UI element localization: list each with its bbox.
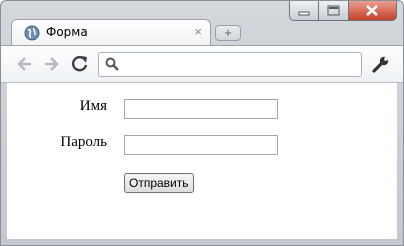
password-label: Пароль (60, 134, 107, 150)
back-icon[interactable] (13, 53, 35, 75)
minimize-button[interactable] (289, 1, 319, 21)
tab-title: Форма (46, 25, 88, 39)
password-field[interactable] (124, 135, 278, 155)
page-content: Имя Пароль Отправить (7, 83, 397, 239)
forward-icon[interactable] (41, 53, 63, 75)
submit-button[interactable]: Отправить (124, 173, 194, 193)
close-icon (366, 5, 378, 16)
new-tab-button[interactable]: + (215, 25, 241, 41)
minimize-icon (298, 11, 310, 16)
browser-toolbar (1, 45, 403, 83)
address-bar[interactable] (98, 52, 362, 77)
close-window-button[interactable] (349, 1, 397, 21)
name-field[interactable] (124, 99, 278, 119)
title-bar: Форма × + (1, 1, 403, 45)
wrench-icon[interactable] (371, 54, 391, 74)
globe-icon (24, 25, 40, 41)
reload-icon[interactable] (69, 53, 91, 75)
tab-close-icon[interactable]: × (194, 24, 202, 39)
address-input[interactable] (125, 55, 359, 75)
tab-form[interactable]: Форма × (11, 19, 211, 45)
browser-window: Форма × + Имя Пароль Отправить (0, 0, 404, 246)
search-icon (105, 57, 119, 71)
window-controls (289, 1, 397, 21)
maximize-button[interactable] (319, 1, 349, 21)
name-label: Имя (79, 98, 107, 114)
maximize-icon (327, 5, 340, 16)
